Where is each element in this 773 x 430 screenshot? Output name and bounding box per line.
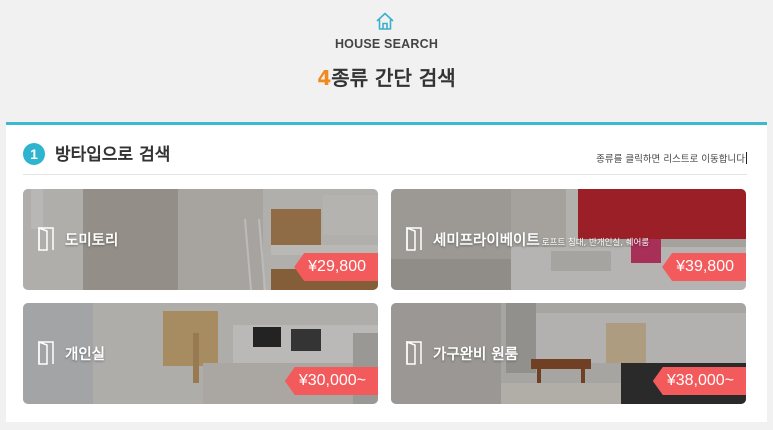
section-hint: 종류를 클릭하면 리스트로 이동합니다 xyxy=(596,151,747,165)
price-tag: ¥39,800 xyxy=(662,253,746,281)
card-private-room[interactable]: 개인실 ¥30,000~ xyxy=(23,303,378,404)
page-header: HOUSE SEARCH 4종류 간단 검색 xyxy=(0,0,773,122)
section-header: 1 방타입으로 검색 종류를 클릭하면 리스트로 이동합니다 xyxy=(23,139,747,175)
section-hint-text: 종류를 클릭하면 리스트로 이동합니다 xyxy=(596,154,745,165)
card-title: 가구완비 원룸 xyxy=(433,347,519,363)
price-tag: ¥29,800 xyxy=(294,253,378,281)
card-dormitory[interactable]: 도미토리 ¥29,800 xyxy=(23,189,378,290)
page-title: 4종류 간단 검색 xyxy=(0,62,773,91)
search-panel: 1 방타입으로 검색 종류를 클릭하면 리스트로 이동합니다 도미토리 ¥29,… xyxy=(6,122,767,422)
price-tag: ¥30,000~ xyxy=(284,367,378,395)
card-title: 세미프라이베이트 xyxy=(433,233,540,249)
card-furnished-studio[interactable]: 가구완비 원룸 ¥38,000~ xyxy=(391,303,746,404)
card-label: 세미프라이베이트 로프트 침대, 반개인실, 쉐어룸 xyxy=(433,229,649,250)
house-icon xyxy=(376,12,394,30)
price-tag: ¥38,000~ xyxy=(652,367,746,395)
door-icon xyxy=(38,341,54,365)
card-label: 가구완비 원룸 xyxy=(433,343,518,364)
text-cursor xyxy=(746,152,747,164)
card-label: 도미토리 xyxy=(65,229,118,250)
title-text: 종류 간단 검색 xyxy=(331,66,456,90)
card-title: 도미토리 xyxy=(65,233,119,249)
step-badge: 1 xyxy=(23,143,45,165)
card-subtitle: 로프트 침대, 반개인실, 쉐어룸 xyxy=(541,238,650,248)
door-icon xyxy=(406,227,422,251)
header-eyebrow: HOUSE SEARCH xyxy=(334,37,439,51)
title-number: 4 xyxy=(317,66,332,90)
card-label: 개인실 xyxy=(65,343,105,364)
card-title: 개인실 xyxy=(65,347,106,363)
section-title: 방타입으로 검색 xyxy=(55,145,171,165)
card-semi-private[interactable]: 세미프라이베이트 로프트 침대, 반개인실, 쉐어룸 ¥39,800 xyxy=(391,189,746,290)
door-icon xyxy=(38,227,54,251)
door-icon xyxy=(406,341,422,365)
